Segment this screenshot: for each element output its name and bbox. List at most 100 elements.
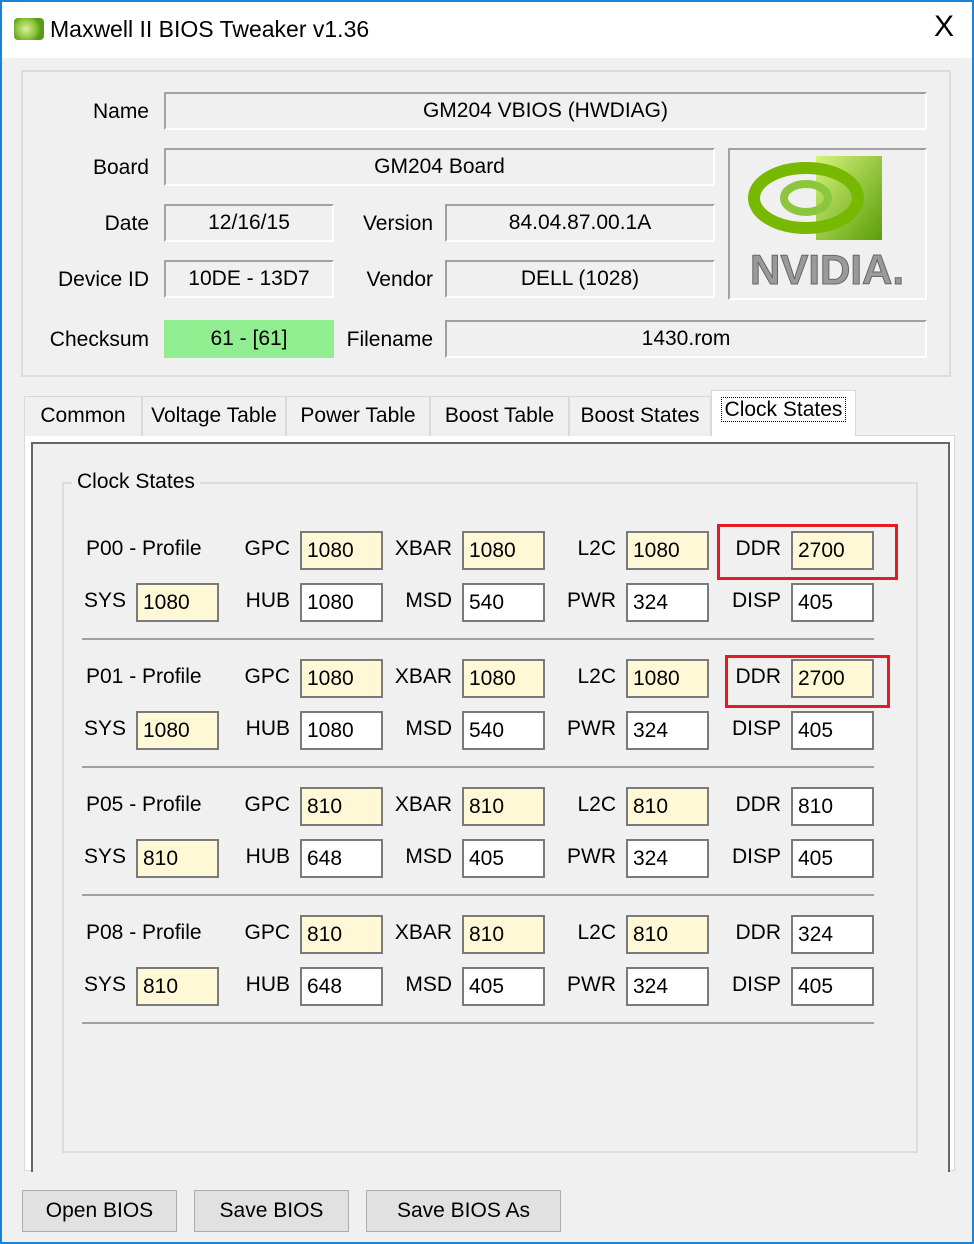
tab-boost-table[interactable]: Boost Table bbox=[430, 396, 569, 436]
sys-label: SYS bbox=[83, 845, 126, 868]
tab-boost-states[interactable]: Boost States bbox=[569, 396, 711, 436]
msd-clock-input[interactable]: 405 bbox=[462, 839, 545, 878]
gpc-label: GPC bbox=[244, 665, 290, 688]
gpc-label: GPC bbox=[244, 793, 290, 816]
disp-label: DISP bbox=[731, 717, 781, 740]
sys-clock-input[interactable]: 1080 bbox=[136, 711, 219, 750]
checksum-field: 61 - [61] bbox=[164, 320, 334, 358]
sys-label: SYS bbox=[83, 589, 126, 612]
sys-clock-input[interactable]: 810 bbox=[136, 839, 219, 878]
l2c-clock-input[interactable]: 810 bbox=[626, 787, 709, 826]
pwr-clock-input[interactable]: 324 bbox=[626, 967, 709, 1006]
msd-clock-input[interactable]: 540 bbox=[462, 583, 545, 622]
profile-label: P08 - Profile bbox=[86, 921, 202, 944]
vendor-label: Vendor bbox=[366, 268, 433, 291]
xbar-clock-input[interactable]: 810 bbox=[462, 787, 545, 826]
gpc-label: GPC bbox=[244, 537, 290, 560]
hub-clock-input[interactable]: 648 bbox=[300, 967, 383, 1006]
sys-label: SYS bbox=[83, 717, 126, 740]
filename-label: Filename bbox=[346, 328, 433, 351]
disp-clock-input[interactable]: 405 bbox=[791, 839, 874, 878]
profile-separator bbox=[82, 766, 874, 768]
pwr-clock-input[interactable]: 324 bbox=[626, 839, 709, 878]
title-bar: Maxwell II BIOS Tweaker v1.36 X bbox=[2, 2, 972, 58]
l2c-clock-input[interactable]: 810 bbox=[626, 915, 709, 954]
clock-states-title: Clock States bbox=[72, 470, 200, 494]
xbar-label: XBAR bbox=[394, 665, 452, 688]
gpc-label: GPC bbox=[244, 921, 290, 944]
tab-label: Common bbox=[40, 404, 126, 427]
disp-clock-input[interactable]: 405 bbox=[791, 583, 874, 622]
nvidia-logo: NVIDIA. bbox=[728, 148, 927, 300]
sys-clock-input[interactable]: 1080 bbox=[136, 583, 219, 622]
pwr-clock-input[interactable]: 324 bbox=[626, 711, 709, 750]
board-label: Board bbox=[92, 156, 149, 179]
close-button[interactable]: X bbox=[934, 10, 954, 44]
version-field: 84.04.87.00.1A bbox=[445, 204, 715, 242]
sys-clock-input[interactable]: 810 bbox=[136, 967, 219, 1006]
device-id-label: Device ID bbox=[57, 268, 149, 291]
xbar-clock-input[interactable]: 1080 bbox=[462, 531, 545, 570]
checksum-label: Checksum bbox=[49, 328, 149, 351]
hub-label: HUB bbox=[245, 845, 290, 868]
l2c-clock-input[interactable]: 1080 bbox=[626, 531, 709, 570]
save-bios-as-button[interactable]: Save BIOS As bbox=[366, 1190, 561, 1232]
hub-clock-input[interactable]: 1080 bbox=[300, 711, 383, 750]
tab-clock-states[interactable]: Clock States bbox=[711, 390, 856, 436]
tab-label: Clock States bbox=[720, 397, 847, 422]
ddr-clock-input[interactable]: 324 bbox=[791, 915, 874, 954]
l2c-label: L2C bbox=[577, 537, 616, 560]
window-title: Maxwell II BIOS Tweaker v1.36 bbox=[50, 16, 370, 42]
tab-common[interactable]: Common bbox=[24, 396, 142, 436]
profile-label: P05 - Profile bbox=[86, 793, 202, 816]
disp-label: DISP bbox=[731, 845, 781, 868]
gpc-clock-input[interactable]: 1080 bbox=[300, 659, 383, 698]
pwr-clock-input[interactable]: 324 bbox=[626, 583, 709, 622]
l2c-label: L2C bbox=[577, 665, 616, 688]
msd-label: MSD bbox=[405, 973, 452, 996]
save-bios-button[interactable]: Save BIOS bbox=[194, 1190, 349, 1232]
hub-clock-input[interactable]: 1080 bbox=[300, 583, 383, 622]
profile-separator bbox=[82, 894, 874, 896]
xbar-clock-input[interactable]: 1080 bbox=[462, 659, 545, 698]
profile-separator bbox=[82, 638, 874, 640]
xbar-clock-input[interactable]: 810 bbox=[462, 915, 545, 954]
disp-label: DISP bbox=[731, 973, 781, 996]
xbar-label: XBAR bbox=[394, 793, 452, 816]
version-label: Version bbox=[362, 212, 433, 235]
name-label: Name bbox=[92, 100, 149, 123]
msd-label: MSD bbox=[405, 589, 452, 612]
pwr-label: PWR bbox=[567, 973, 616, 996]
ddr-label: DDR bbox=[735, 921, 782, 944]
pwr-label: PWR bbox=[567, 589, 616, 612]
gpc-clock-input[interactable]: 810 bbox=[300, 915, 383, 954]
pwr-label: PWR bbox=[567, 845, 616, 868]
profile-separator bbox=[82, 1022, 874, 1024]
hub-label: HUB bbox=[245, 589, 290, 612]
nvidia-eye-icon: NVIDIA. bbox=[748, 156, 905, 294]
disp-clock-input[interactable]: 405 bbox=[791, 711, 874, 750]
board-field: GM204 Board bbox=[164, 148, 715, 186]
l2c-clock-input[interactable]: 1080 bbox=[626, 659, 709, 698]
tab-label: Power Table bbox=[300, 404, 416, 427]
msd-clock-input[interactable]: 540 bbox=[462, 711, 545, 750]
tab-power-table[interactable]: Power Table bbox=[286, 396, 430, 436]
svg-text:NVIDIA.: NVIDIA. bbox=[750, 246, 904, 293]
ddr-clock-input[interactable]: 810 bbox=[791, 787, 874, 826]
tab-voltage-table[interactable]: Voltage Table bbox=[142, 396, 286, 436]
tab-label: Voltage Table bbox=[151, 404, 277, 427]
ddr-annotation-box bbox=[725, 655, 890, 708]
gpc-clock-input[interactable]: 810 bbox=[300, 787, 383, 826]
disp-clock-input[interactable]: 405 bbox=[791, 967, 874, 1006]
hub-label: HUB bbox=[245, 717, 290, 740]
date-label: Date bbox=[104, 212, 149, 235]
msd-label: MSD bbox=[405, 845, 452, 868]
name-field: GM204 VBIOS (HWDIAG) bbox=[164, 92, 927, 130]
gpc-clock-input[interactable]: 1080 bbox=[300, 531, 383, 570]
open-bios-button[interactable]: Open BIOS bbox=[22, 1190, 177, 1232]
l2c-label: L2C bbox=[577, 793, 616, 816]
msd-clock-input[interactable]: 405 bbox=[462, 967, 545, 1006]
filename-field: 1430.rom bbox=[445, 320, 927, 358]
date-field: 12/16/15 bbox=[164, 204, 334, 242]
hub-clock-input[interactable]: 648 bbox=[300, 839, 383, 878]
